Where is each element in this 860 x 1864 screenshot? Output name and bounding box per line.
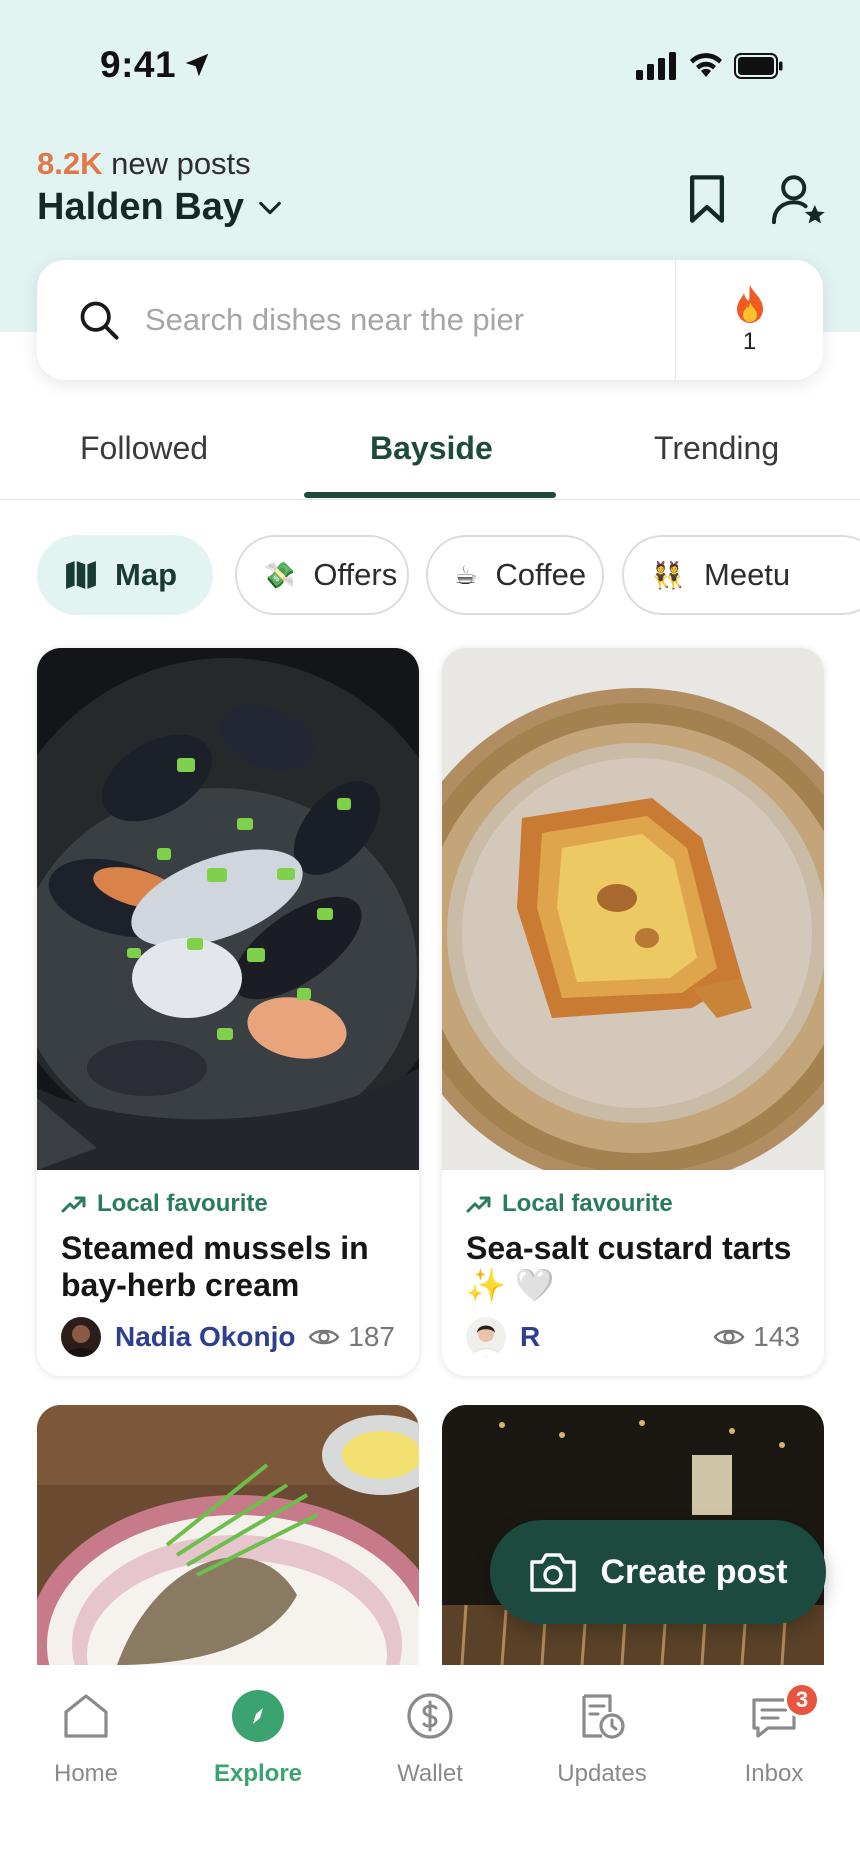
tag-local-favourite: Local favourite [466,1190,800,1218]
eye-icon [713,1329,745,1345]
nav-explore[interactable]: Explore [188,1688,328,1788]
dollar-icon [407,1693,453,1739]
chip-offers-label: Offers [313,557,398,592]
streak-button[interactable]: 1 [675,260,823,380]
nav-inbox-label: Inbox [744,1760,804,1787]
tag-label: Local favourite [502,1190,673,1217]
view-count: 143 [713,1321,800,1353]
follow-people-icon[interactable] [770,172,828,230]
author-name[interactable]: Nadia Okonjo [115,1321,295,1353]
search-icon [80,301,119,340]
tag-label: Local favourite [97,1190,268,1217]
new-posts-count: 8.2K [37,146,103,181]
chip-offers[interactable]: 💸 Offers [235,535,409,615]
nav-explore-label: Explore [213,1760,303,1787]
post-card-partial[interactable] [37,1405,419,1665]
tab-bayside[interactable]: Bayside [370,430,493,467]
post-photo-custard-tarts [442,648,824,1170]
view-count: 187 [308,1321,395,1353]
camera-icon [530,1553,577,1592]
home-icon [64,1694,108,1738]
search-input[interactable] [145,302,605,338]
post-photo-fish [37,1405,419,1665]
eye-icon [308,1329,340,1345]
chip-coffee[interactable]: ☕ Coffee [426,535,604,615]
nav-home-label: Home [53,1760,119,1787]
tab-followed[interactable]: Followed [80,430,208,467]
active-tab-indicator [304,492,556,498]
location-selector[interactable]: Halden Bay [37,186,284,229]
tab-trending[interactable]: Trending [654,430,779,467]
bottom-navigation: Home Explore Wallet Updates 3 Inbox [0,1666,860,1864]
post-card[interactable]: Local favourite Steamed mussels in bay-h… [37,648,419,1376]
filter-chips: Map 💸 Offers ☕ Coffee 👯 Meetu [37,535,860,615]
post-title: Steamed mussels in bay-herb cream [61,1230,369,1303]
cellular-signal-icon [636,52,676,80]
nav-updates-label: Updates [557,1760,647,1787]
location-name: Halden Bay [37,186,244,228]
inbox-badge: 3 [784,1682,820,1718]
battery-icon [734,53,783,79]
create-post-label: Create post [600,1552,788,1591]
view-count-value: 187 [348,1321,395,1352]
bookmark-icon[interactable] [680,172,734,226]
post-title: Sea-salt custard tarts ✨ 🤍 [466,1230,792,1303]
chip-map[interactable]: Map [37,535,213,615]
post-photo-mussels [37,648,419,1170]
new-posts-indicator: 8.2K new posts [37,146,251,182]
wifi-icon [690,53,722,77]
status-bar: 9:41 [0,0,860,120]
compass-icon [232,1690,284,1742]
author-name[interactable]: R [520,1321,540,1353]
nav-wallet[interactable]: Wallet [360,1688,500,1788]
nav-updates[interactable]: Updates [532,1688,672,1788]
avatar[interactable] [466,1317,506,1357]
map-icon [66,561,96,589]
location-arrow-icon [185,53,209,77]
feed-tabs: Followed Bayside Trending [0,410,860,500]
chip-coffee-label: Coffee [495,557,587,592]
money-icon: 💸 [263,559,296,590]
chip-meetups[interactable]: 👯 Meetu [622,535,860,615]
people-icon: 👯 [651,559,685,590]
fire-icon [736,285,763,323]
search-card: 1 [37,260,823,380]
new-posts-label: new posts [102,146,251,181]
nav-home[interactable]: Home [16,1688,156,1788]
chip-meetups-label: Meetu [704,557,791,592]
nav-wallet-label: Wallet [397,1760,463,1787]
status-time: 9:41 [100,44,177,85]
create-post-button[interactable]: Create post [490,1520,826,1624]
search-area[interactable] [37,260,675,380]
trending-up-icon [61,1196,86,1213]
chip-map-label: Map [115,557,177,592]
document-clock-icon [582,1694,625,1739]
post-card[interactable]: Local favourite Sea-salt custard tarts ✨… [442,648,824,1376]
streak-count: 1 [742,328,757,355]
trending-up-icon [466,1196,491,1213]
chevron-down-icon [259,201,281,214]
tag-local-favourite: Local favourite [61,1190,395,1218]
coffee-icon: ☕ [454,559,478,590]
nav-inbox[interactable]: 3 Inbox [704,1682,844,1788]
avatar[interactable] [61,1317,101,1357]
view-count-value: 143 [753,1321,800,1352]
